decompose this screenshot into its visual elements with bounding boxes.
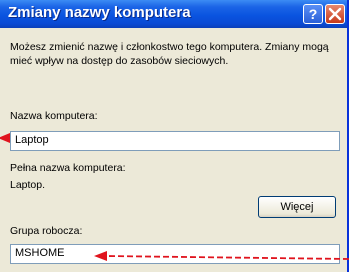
title-bar[interactable]: Zmiany nazwy komputera ? xyxy=(0,0,347,28)
computer-name-label: Nazwa komputera: xyxy=(10,110,98,122)
workgroup-label: Grupa robocza: xyxy=(10,225,83,237)
window-title: Zmiany nazwy komputera xyxy=(8,4,191,21)
workgroup-input[interactable]: MSHOME xyxy=(10,244,340,264)
svg-text:?: ? xyxy=(309,6,318,22)
close-button[interactable] xyxy=(325,4,345,24)
dialog-description: Możesz zmienić nazwę i członkostwo tego … xyxy=(10,41,329,67)
full-name-label: Pełna nazwa komputera: xyxy=(10,162,126,174)
help-icon: ? xyxy=(309,6,318,22)
full-name-value: Laptop. xyxy=(10,179,46,191)
computer-name-input[interactable]: Laptop xyxy=(10,131,340,151)
rename-computer-dialog: Zmiany nazwy komputera ? Możesz zmienić … xyxy=(0,0,349,272)
help-button[interactable]: ? xyxy=(303,4,323,24)
close-icon xyxy=(328,7,342,21)
more-button[interactable]: Więcej xyxy=(258,196,336,218)
